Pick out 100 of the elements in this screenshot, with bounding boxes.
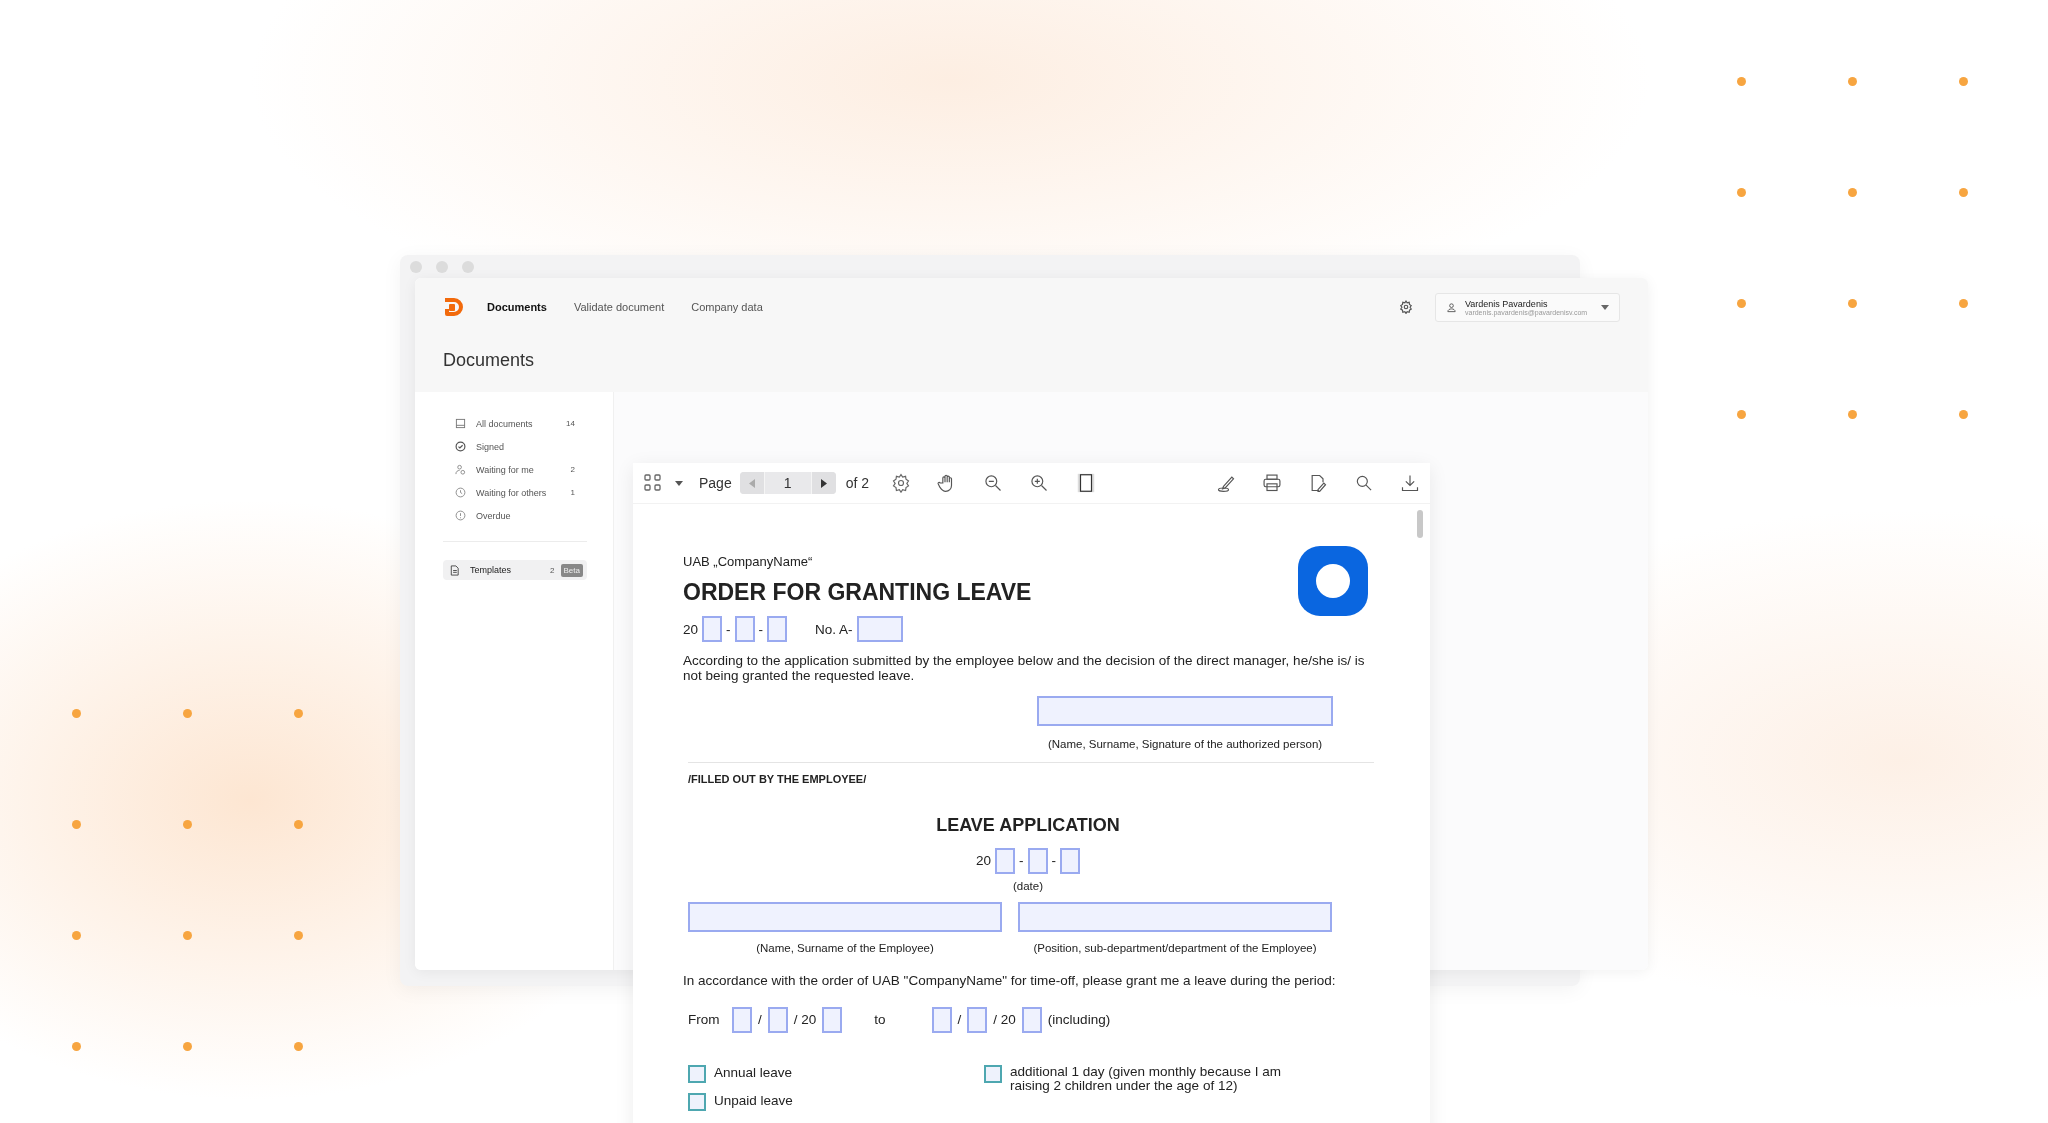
nav-link[interactable]: Validate document: [573, 301, 665, 313]
decor-dot: [1737, 299, 1746, 308]
month-field[interactable]: [767, 1006, 788, 1033]
name-field[interactable]: [688, 901, 1002, 932]
day-field[interactable]: [732, 1006, 752, 1033]
caret-icon[interactable]: [675, 480, 683, 486]
search-icon[interactable]: [1354, 473, 1374, 493]
grid-icon[interactable]: [643, 473, 663, 493]
person-icon: [455, 464, 466, 475]
number-field[interactable]: [856, 616, 903, 642]
decor-dot: [1848, 410, 1857, 419]
field-caption: (date): [1011, 879, 1044, 892]
decor-dot: [1848, 299, 1857, 308]
decor-dot: [1959, 188, 1968, 197]
decision-text: According to the application submitted by the employee below and the decision of the direct manager, he/she is/ is not being granted the requested leave.: [683, 654, 1366, 684]
year-field[interactable]: [1021, 1006, 1042, 1033]
decor-dot: [183, 931, 192, 940]
date-field[interactable]: [995, 847, 1015, 874]
checkbox-label: additional 1 day (given monthly because I am raising 2 children under the age of 12): [1010, 1064, 1282, 1093]
decor-dot: [1959, 299, 1968, 308]
decor-dot: [1959, 410, 1968, 419]
checkbox-label: Unpaid leave: [714, 1092, 793, 1108]
document-icon: [449, 564, 460, 576]
check-circle-icon: [455, 441, 466, 452]
scrollbar-thumb[interactable]: [1417, 510, 1423, 538]
settings-icon[interactable]: [1399, 300, 1413, 314]
sidebar-item[interactable]: All documents 14: [443, 412, 587, 435]
nav-link[interactable]: Documents: [487, 301, 547, 313]
company-logo-icon: [1298, 546, 1368, 616]
date-separator: -: [1051, 853, 1056, 869]
day-field[interactable]: [931, 1006, 952, 1033]
decor-dot: [294, 820, 303, 829]
checkbox[interactable]: [688, 1064, 706, 1083]
decor-dot: [294, 931, 303, 940]
position-field[interactable]: [1018, 901, 1332, 932]
previous-page-button[interactable]: [739, 472, 764, 494]
date-field[interactable]: [1027, 847, 1048, 874]
sidebar-item[interactable]: Overdue: [443, 504, 587, 527]
document-title: ORDER FOR GRANTING LEAVE: [683, 579, 1032, 606]
templates-item[interactable]: Templates 2 Beta: [443, 560, 587, 580]
date-separator: -: [726, 621, 731, 637]
decor-dot: [183, 820, 192, 829]
printer-icon[interactable]: [1262, 473, 1282, 493]
including-label: (including): [1047, 1012, 1111, 1028]
date-field[interactable]: [702, 616, 723, 642]
decor-dot: [1737, 410, 1746, 419]
decor-dot: [72, 931, 81, 940]
decor-dot: [294, 1042, 303, 1051]
page-label: Page: [699, 475, 732, 491]
field-caption: (Position, sub-department/department of the Employee): [1033, 941, 1317, 954]
checkbox[interactable]: [984, 1064, 1002, 1083]
window-control[interactable]: [436, 261, 448, 273]
user-name: Vardenis Pavardenis: [1465, 298, 1549, 309]
right-triangle-icon: [820, 478, 827, 488]
decor-dot: [72, 1042, 81, 1051]
year-prefix: 20: [976, 853, 991, 869]
beta-badge: Beta: [560, 563, 583, 577]
date-field[interactable]: [767, 616, 788, 642]
alert-icon: [455, 510, 466, 521]
date-field[interactable]: [734, 616, 755, 642]
decor-dot: [1959, 77, 1968, 86]
sidebar-item[interactable]: Waiting for others 1: [443, 481, 587, 504]
section-label: /FILLED OUT BY THE EMPLOYEE/: [688, 772, 868, 785]
user-icon: [1446, 301, 1457, 313]
from-label: From: [688, 1012, 721, 1028]
nav-link[interactable]: Company data: [691, 301, 763, 313]
page-title: Documents: [443, 350, 536, 371]
decor-dot: [1848, 77, 1857, 86]
number-label: No. A-: [815, 621, 853, 637]
inbox-icon: [455, 418, 466, 429]
field-caption: (Name, Surname, Signature of the authorized person): [1047, 737, 1323, 750]
decor-dot: [72, 820, 81, 829]
window-control[interactable]: [462, 261, 474, 273]
year-prefix: / 20: [793, 1012, 817, 1028]
company-name: UAB „CompanyName“: [683, 554, 814, 569]
signature-field[interactable]: [1037, 695, 1333, 726]
sidebar-item[interactable]: Signed: [443, 435, 587, 458]
checkbox-label: Annual leave: [714, 1064, 793, 1080]
decor-dot: [294, 709, 303, 718]
month-field[interactable]: [967, 1006, 988, 1033]
separator-text: /: [957, 1012, 962, 1028]
download-icon[interactable]: [1400, 473, 1420, 493]
decor-dot: [72, 709, 81, 718]
date-field[interactable]: [1060, 847, 1080, 874]
section-title: LEAVE APPLICATION: [935, 814, 1121, 836]
checkbox[interactable]: [688, 1092, 706, 1111]
date-separator: -: [758, 621, 764, 637]
page-number-field[interactable]: 1: [763, 472, 812, 494]
clock-icon: [455, 487, 466, 498]
settings-icon[interactable]: [891, 473, 912, 493]
decor-dot: [1737, 188, 1746, 197]
window-control[interactable]: [410, 261, 422, 273]
decor-dot: [183, 709, 192, 718]
sidebar-item[interactable]: Waiting for me 2: [443, 458, 587, 481]
year-field[interactable]: [822, 1006, 843, 1033]
year-prefix: / 20: [993, 1012, 1016, 1028]
decor-dot: [1848, 188, 1857, 197]
next-page-button[interactable]: [811, 472, 836, 494]
to-label: to: [874, 1012, 886, 1028]
page-count: of 2: [845, 475, 870, 491]
